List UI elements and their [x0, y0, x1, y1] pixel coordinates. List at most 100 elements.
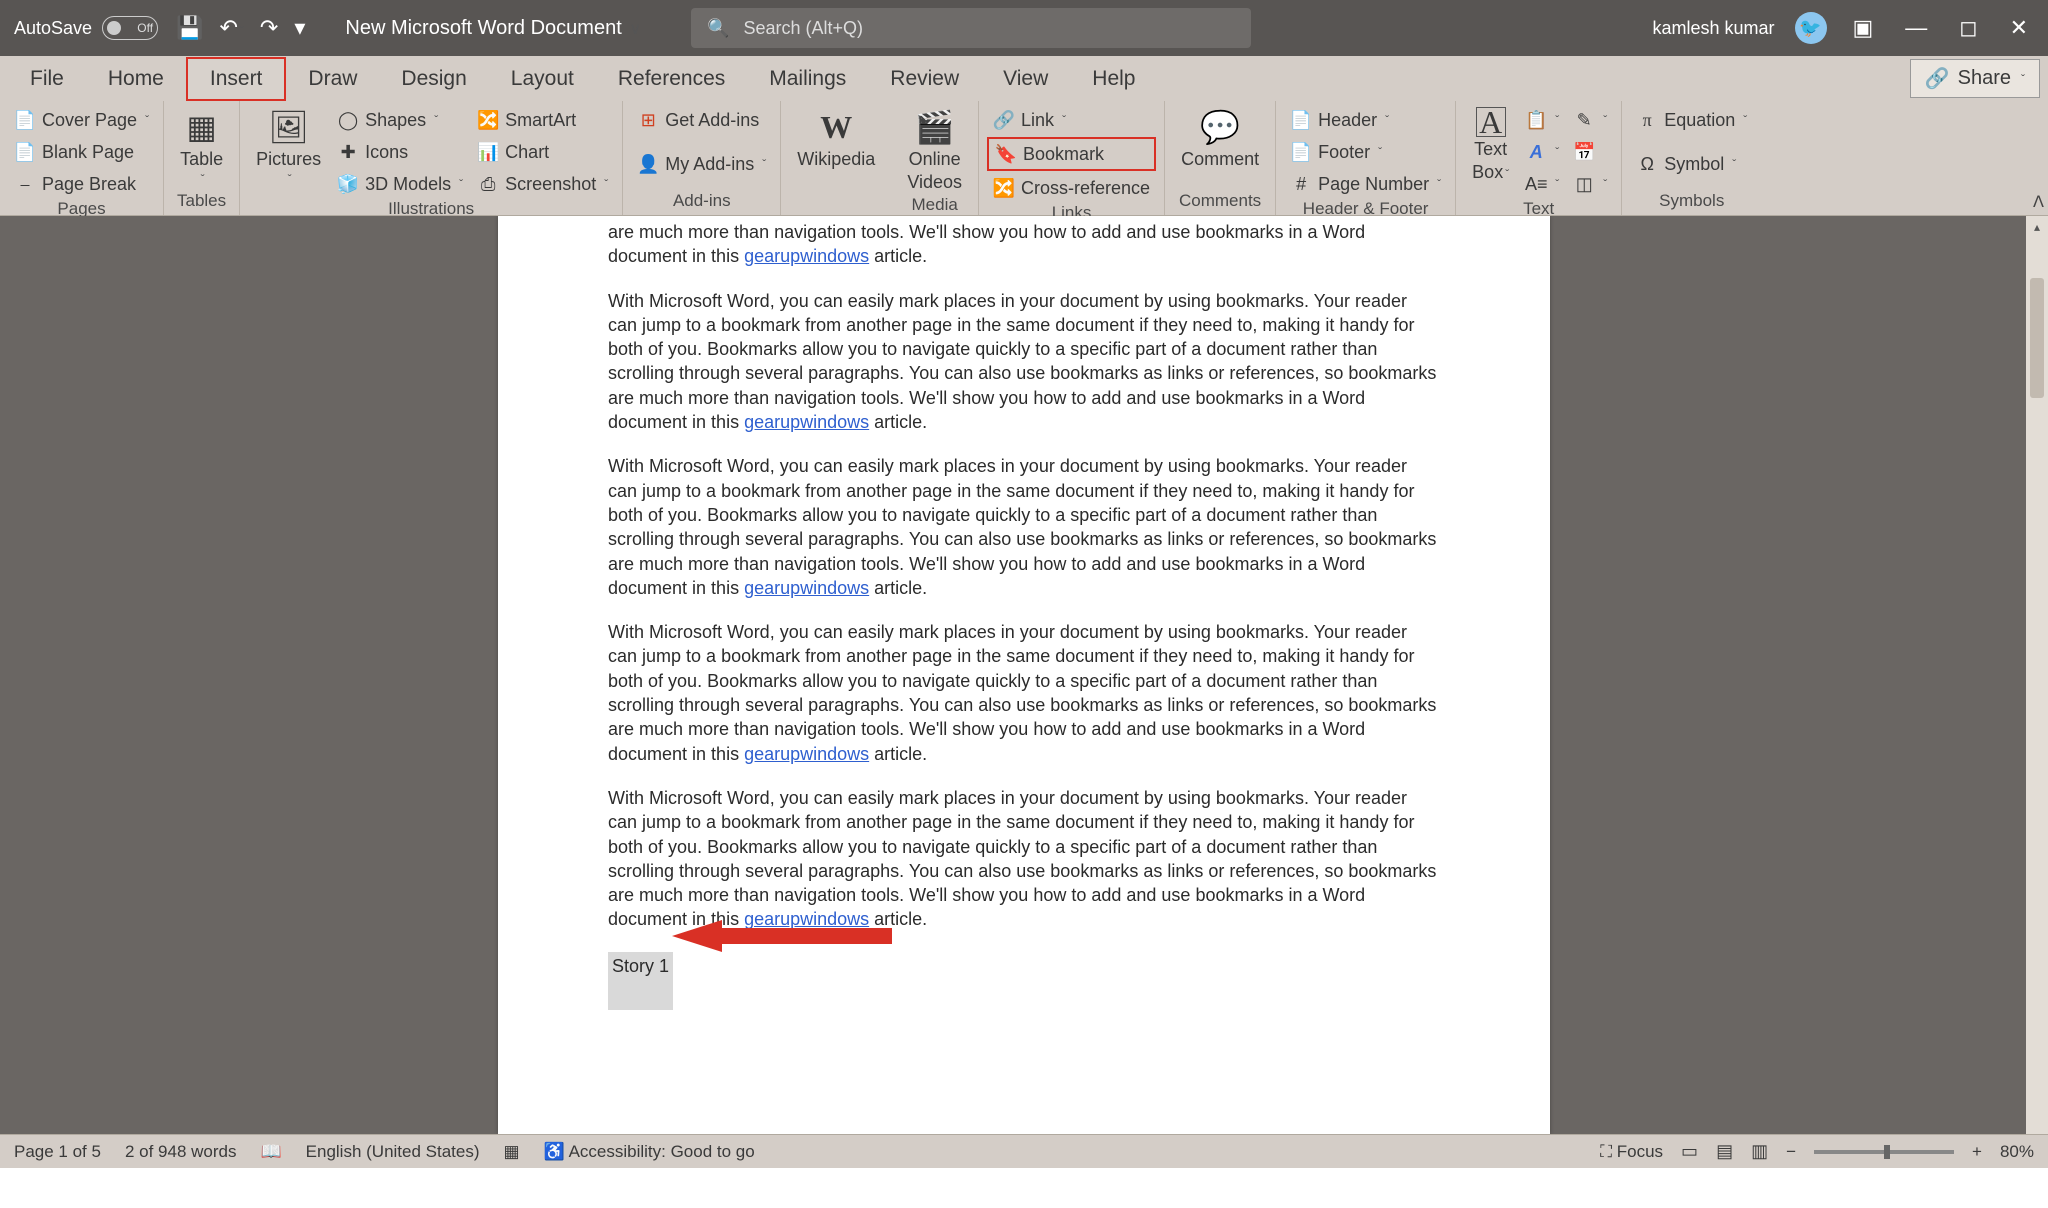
- link-button[interactable]: 🔗Linkˇ: [987, 105, 1156, 135]
- tab-file[interactable]: File: [8, 59, 86, 99]
- tab-help[interactable]: Help: [1070, 59, 1157, 99]
- link[interactable]: gearupwindows: [744, 246, 869, 266]
- comment-button[interactable]: 💬 Comment: [1173, 105, 1267, 172]
- user-avatar-icon[interactable]: 🐦: [1795, 12, 1827, 44]
- blank-page-button[interactable]: 📄Blank Page: [8, 137, 155, 167]
- close-icon[interactable]: ✕: [2004, 15, 2034, 41]
- save-icon[interactable]: 💾: [176, 15, 203, 41]
- blank-page-icon: 📄: [14, 141, 36, 163]
- tab-layout[interactable]: Layout: [489, 59, 596, 99]
- scroll-up-icon[interactable]: ▴: [2026, 216, 2048, 238]
- tab-view[interactable]: View: [981, 59, 1070, 99]
- tab-insert[interactable]: Insert: [186, 57, 287, 101]
- header-icon: 📄: [1290, 109, 1312, 131]
- tab-draw[interactable]: Draw: [286, 59, 379, 99]
- wikipedia-icon: W: [816, 107, 856, 147]
- cross-reference-button[interactable]: 🔀Cross-reference: [987, 173, 1156, 203]
- object-button[interactable]: ◫ˇ: [1567, 169, 1613, 199]
- scrollbar-thumb[interactable]: [2030, 278, 2044, 398]
- quick-access-toolbar: 💾 ↶ˇ ↷ ▾: [176, 15, 305, 41]
- drop-cap-button[interactable]: A≡ˇ: [1519, 169, 1565, 199]
- ribbon-display-icon[interactable]: ▣: [1847, 15, 1880, 41]
- pictures-button[interactable]: 🖼 Picturesˇ: [248, 105, 329, 188]
- link-icon: 🔗: [993, 109, 1015, 131]
- table-button[interactable]: ▦ Tableˇ: [172, 105, 231, 188]
- text-box-button[interactable]: A Text Boxˇ: [1464, 105, 1517, 185]
- redo-icon[interactable]: ↷: [260, 15, 278, 41]
- link[interactable]: gearupwindows: [744, 744, 869, 764]
- zoom-in-icon[interactable]: +: [1972, 1142, 1982, 1162]
- signature-line-button[interactable]: ✎ˇ: [1567, 105, 1613, 135]
- zoom-out-icon[interactable]: −: [1786, 1142, 1796, 1162]
- web-layout-icon[interactable]: ▥: [1751, 1141, 1768, 1162]
- ribbon-tabs: File Home Insert Draw Design Layout Refe…: [0, 56, 2048, 101]
- page-number-button[interactable]: #Page Numberˇ: [1284, 169, 1447, 199]
- get-addins-button[interactable]: ⊞Get Add-ins: [631, 105, 772, 135]
- maximize-icon[interactable]: ◻: [1953, 15, 1983, 41]
- online-videos-icon: 🎬: [915, 107, 955, 147]
- autosave-toggle[interactable]: Off: [102, 16, 158, 40]
- zoom-slider[interactable]: [1814, 1150, 1954, 1154]
- equation-button[interactable]: πEquationˇ: [1630, 105, 1753, 135]
- zoom-level[interactable]: 80%: [2000, 1142, 2034, 1162]
- tab-references[interactable]: References: [596, 59, 747, 99]
- wordart-icon: A: [1525, 141, 1547, 163]
- smartart-button[interactable]: 🔀SmartArt: [471, 105, 614, 135]
- minimize-icon[interactable]: —: [1899, 15, 1933, 41]
- paragraph[interactable]: With Microsoft Word, you can easily mark…: [608, 786, 1440, 932]
- quick-parts-button[interactable]: 📋ˇ: [1519, 105, 1565, 135]
- page-break-icon: ⎯: [14, 173, 36, 195]
- footer-button[interactable]: 📄Footerˇ: [1284, 137, 1447, 167]
- tab-home[interactable]: Home: [86, 59, 186, 99]
- status-accessibility[interactable]: ♿ Accessibility: Good to go: [544, 1142, 755, 1162]
- group-header-footer: 📄Headerˇ 📄Footerˇ #Page Numberˇ Header &…: [1276, 101, 1456, 215]
- icons-button[interactable]: ✚Icons: [331, 137, 469, 167]
- wikipedia-button[interactable]: W Wikipedia: [789, 105, 883, 172]
- collapse-ribbon-icon[interactable]: ᐱ: [2033, 192, 2044, 212]
- tab-review[interactable]: Review: [868, 59, 981, 99]
- wordart-button[interactable]: Aˇ: [1519, 137, 1565, 167]
- paragraph[interactable]: are much more than navigation tools. We'…: [608, 220, 1440, 269]
- chart-button[interactable]: 📊Chart: [471, 137, 614, 167]
- screenshot-button[interactable]: ⎙Screenshotˇ: [471, 169, 614, 199]
- 3d-models-button[interactable]: 🧊3D Modelsˇ: [331, 169, 469, 199]
- header-button[interactable]: 📄Headerˇ: [1284, 105, 1447, 135]
- undo-icon[interactable]: ↶ˇ: [219, 15, 243, 41]
- macro-icon[interactable]: ▦: [504, 1142, 520, 1162]
- search-input[interactable]: 🔍 Search (Alt+Q): [691, 8, 1251, 48]
- vertical-scrollbar[interactable]: ▴: [2026, 216, 2048, 1134]
- story-heading[interactable]: Story 1: [608, 952, 673, 1010]
- tab-mailings[interactable]: Mailings: [747, 59, 868, 99]
- link[interactable]: gearupwindows: [744, 412, 869, 432]
- tab-design[interactable]: Design: [379, 59, 488, 99]
- my-addins-button[interactable]: 👤My Add-insˇ: [631, 149, 772, 179]
- share-button[interactable]: 🔗 Share ˇ: [1910, 59, 2040, 98]
- paragraph[interactable]: With Microsoft Word, you can easily mark…: [608, 454, 1440, 600]
- spelling-icon[interactable]: 📖: [260, 1142, 281, 1162]
- online-videos-button[interactable]: 🎬 Online Videos: [899, 105, 970, 195]
- read-mode-icon[interactable]: ▭: [1681, 1141, 1698, 1162]
- page-break-button[interactable]: ⎯Page Break: [8, 169, 155, 199]
- status-words[interactable]: 2 of 948 words: [125, 1142, 237, 1162]
- paragraph[interactable]: With Microsoft Word, you can easily mark…: [608, 289, 1440, 435]
- print-layout-icon[interactable]: ▤: [1716, 1141, 1733, 1162]
- paragraph[interactable]: With Microsoft Word, you can easily mark…: [608, 620, 1440, 766]
- share-icon: 🔗: [1925, 66, 1950, 91]
- cross-reference-icon: 🔀: [993, 177, 1015, 199]
- user-name[interactable]: kamlesh kumar: [1652, 18, 1774, 39]
- shapes-button[interactable]: ◯Shapesˇ: [331, 105, 469, 135]
- document-page[interactable]: are much more than navigation tools. We'…: [498, 216, 1550, 1134]
- customize-qat-icon[interactable]: ▾: [294, 15, 305, 41]
- focus-button[interactable]: ⛶ Focus: [1600, 1142, 1663, 1162]
- status-language[interactable]: English (United States): [306, 1142, 480, 1162]
- cover-page-button[interactable]: 📄Cover Pageˇ: [8, 105, 155, 135]
- autosave-control[interactable]: AutoSave Off: [14, 16, 158, 40]
- document-title[interactable]: New Microsoft Word Document ∨: [345, 17, 641, 40]
- status-bar: Page 1 of 5 2 of 948 words 📖 English (Un…: [0, 1134, 2048, 1168]
- date-time-button[interactable]: 📅: [1567, 137, 1613, 167]
- status-page[interactable]: Page 1 of 5: [14, 1142, 101, 1162]
- object-icon: ◫: [1573, 173, 1595, 195]
- bookmark-button[interactable]: 🔖Bookmark: [987, 137, 1156, 171]
- link[interactable]: gearupwindows: [744, 578, 869, 598]
- symbol-button[interactable]: ΩSymbolˇ: [1630, 149, 1753, 179]
